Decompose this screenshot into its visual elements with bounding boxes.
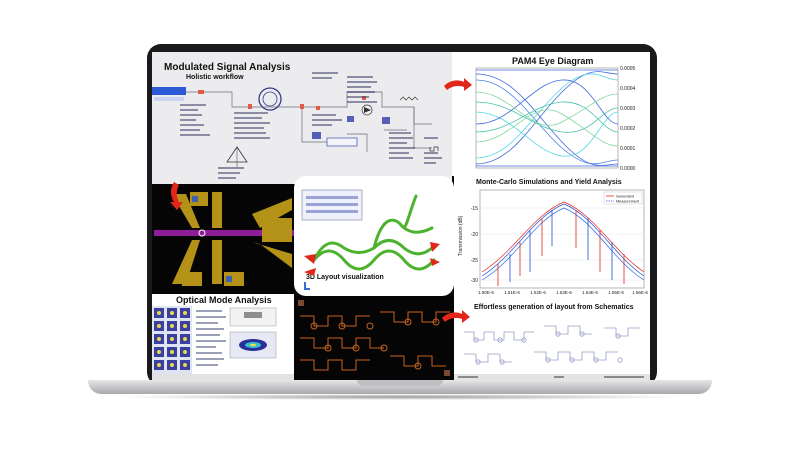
mc-xtick-4: 1.54E-6 <box>582 290 598 295</box>
mc-xtick-2: 1.52E-6 <box>530 290 546 295</box>
detector-icon <box>361 104 373 116</box>
monte-carlo-legend: Generated Measurement <box>603 191 643 205</box>
layout-3d-inset <box>301 189 363 221</box>
layout-3d-drawing <box>301 189 440 290</box>
orange-layout-drawing <box>298 300 450 376</box>
eye-ytick-2: 0.0002 <box>620 126 636 132</box>
mask-layout-drawing <box>154 192 294 286</box>
monte-carlo-panel[interactable]: Monte-Carlo Simulations and Yield Analys… <box>454 176 650 302</box>
monte-carlo-ylabel: Transmission (dB) <box>458 215 464 256</box>
monte-carlo-chart: Transmission (dB) -15 -20 -25 -30 1.50E-… <box>458 189 648 295</box>
eye-diagram-chart: 0.0000 0.0001 0.0002 0.0003 0.0004 0.000… <box>475 66 636 172</box>
eye-ytick-4: 0.0004 <box>620 86 636 92</box>
layout-3d-panel[interactable]: 3D Layout visualization <box>294 176 454 296</box>
mc-ytick-3: -30 <box>471 278 478 284</box>
eye-ytick-5: 0.0005 <box>620 66 636 72</box>
schematic-diagram <box>152 72 442 179</box>
layout-gen-drawing <box>454 325 650 380</box>
laptop-screen: Modulated Signal Analysis Holistic workf… <box>152 52 650 380</box>
orange-layout-panel[interactable] <box>294 296 454 380</box>
mode-grid <box>152 306 192 374</box>
laptop-shadow <box>110 394 690 400</box>
mask-layout-panel[interactable] <box>152 184 294 294</box>
mode-analysis-panel[interactable]: Optical Mode Analysis <box>152 294 294 380</box>
trackpad-notch <box>357 380 443 386</box>
eye-ytick-3: 0.0003 <box>620 106 636 112</box>
mc-xtick-0: 1.50E-6 <box>478 290 494 295</box>
mc-legend-0: Generated <box>616 195 634 199</box>
layout-gen-panel[interactable]: Effortless generation of layout from Sch… <box>454 302 650 380</box>
eye-ytick-0: 0.0000 <box>620 166 636 172</box>
mc-legend-1: Measurement <box>616 200 640 204</box>
eye-ytick-1: 0.0001 <box>620 146 636 152</box>
mc-xtick-5: 1.55E-6 <box>608 290 624 295</box>
mode-settings-form <box>196 310 226 366</box>
eye-diagram-panel[interactable]: PAM4 Eye Diagram 0.0000 0.0001 0.0002 0.… <box>452 52 650 176</box>
mc-ytick-1: -20 <box>471 232 478 238</box>
mc-ytick-0: -15 <box>471 206 478 212</box>
mode-analysis-drawing <box>152 306 294 380</box>
mc-xtick-1: 1.51E-6 <box>504 290 520 295</box>
mc-xtick-6: 1.56E-6 <box>632 290 648 295</box>
mc-xtick-3: 1.53E-6 <box>556 290 572 295</box>
schematic-panel[interactable]: Modulated Signal Analysis Holistic workf… <box>152 52 452 184</box>
mc-ytick-2: -25 <box>471 258 478 264</box>
